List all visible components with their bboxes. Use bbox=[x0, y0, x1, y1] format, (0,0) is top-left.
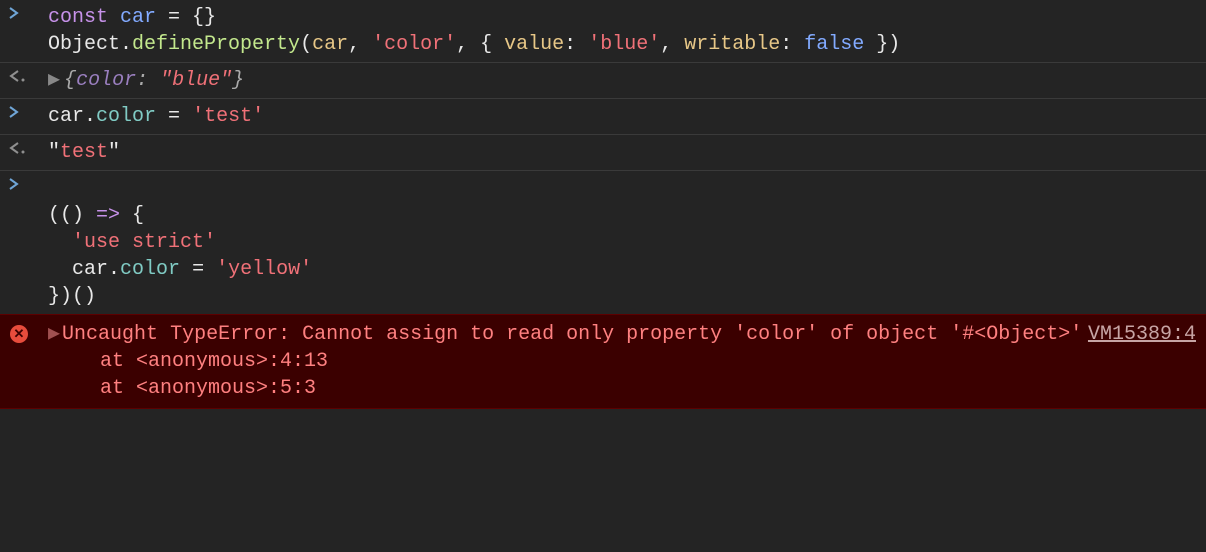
token-comma: , bbox=[456, 33, 480, 56]
input-prompt-icon bbox=[8, 175, 48, 191]
token-brace: { bbox=[480, 33, 504, 56]
token-brace: }) bbox=[864, 33, 900, 56]
token-comma: , bbox=[660, 33, 684, 56]
token-string: 'color' bbox=[372, 33, 456, 56]
console-output-row: ""test"test" bbox=[0, 135, 1206, 171]
code-input-3[interactable]: (() => { 'use strict' car.color = 'yello… bbox=[48, 175, 1206, 310]
token-dot: . bbox=[120, 33, 132, 56]
console-input-row: const car = {} Object.defineProperty(car… bbox=[0, 0, 1206, 63]
token-string: 'test' bbox=[192, 105, 264, 128]
token-colon: : bbox=[136, 69, 160, 92]
output-icon bbox=[8, 67, 48, 83]
token-string: 'use strict' bbox=[72, 231, 216, 254]
error-stack-line: at <anonymous>:4:13 bbox=[48, 348, 1196, 375]
expand-triangle-icon[interactable]: ▶ bbox=[48, 323, 60, 346]
token-dot: . bbox=[108, 258, 120, 281]
token-variable: car bbox=[72, 258, 108, 281]
token-prop: writable bbox=[684, 33, 780, 56]
error-source-link[interactable]: VM15389:4 bbox=[1088, 321, 1196, 348]
token-comma: , bbox=[348, 33, 372, 56]
token-brace: } bbox=[232, 69, 244, 92]
output-icon bbox=[8, 139, 48, 155]
token-paren: ( bbox=[300, 33, 312, 56]
token-function: defineProperty bbox=[132, 33, 300, 56]
token-variable: car bbox=[48, 105, 84, 128]
output-value-2[interactable]: ""test"test" bbox=[48, 139, 1206, 166]
token-string: 'blue' bbox=[588, 33, 660, 56]
token-colon: : bbox=[780, 33, 804, 56]
token-variable: car bbox=[108, 6, 156, 29]
console-output-row: ▶{color: "blue"} bbox=[0, 63, 1206, 99]
input-prompt-icon bbox=[8, 103, 48, 119]
input-prompt-icon bbox=[8, 4, 48, 20]
token-brace: })() bbox=[48, 285, 96, 308]
token-braces: {} bbox=[192, 6, 216, 29]
token-prop: color bbox=[120, 258, 180, 281]
token-operator: = bbox=[156, 105, 192, 128]
error-text-line2: 'color' of object '#<Object>' bbox=[734, 323, 1082, 346]
token-indent bbox=[48, 231, 72, 254]
console-error-row: ✕ ▶Uncaught TypeError: Cannot assign to … bbox=[0, 314, 1206, 409]
error-icon: ✕ bbox=[8, 321, 48, 343]
console-input-row: car.color = 'test' bbox=[0, 99, 1206, 135]
token-dot: . bbox=[84, 105, 96, 128]
token-arg: car bbox=[312, 33, 348, 56]
token-colon: : bbox=[564, 33, 588, 56]
error-stack-line: at <anonymous>:5:3 bbox=[48, 375, 1196, 402]
token-string: "blue" bbox=[160, 69, 232, 92]
token-prop: value bbox=[504, 33, 564, 56]
token-operator: = bbox=[180, 258, 216, 281]
token-prop: color bbox=[96, 105, 156, 128]
token-paren: (() bbox=[48, 204, 96, 227]
expand-triangle-icon[interactable]: ▶ bbox=[48, 67, 60, 94]
error-circle-x-icon: ✕ bbox=[10, 325, 28, 343]
token-boolean: false bbox=[804, 33, 864, 56]
token-brace: { bbox=[120, 204, 144, 227]
error-text-line1: Uncaught TypeError: Cannot assign to rea… bbox=[62, 323, 734, 346]
code-input-2[interactable]: car.color = 'test' bbox=[48, 103, 1206, 130]
token-operator: = bbox=[156, 6, 192, 29]
code-input-1[interactable]: const car = {} Object.defineProperty(car… bbox=[48, 4, 1206, 58]
token-object: Object bbox=[48, 33, 120, 56]
token-arrow: => bbox=[96, 204, 120, 227]
token-key: color bbox=[76, 69, 136, 92]
token-string: 'yellow' bbox=[216, 258, 312, 281]
token-indent bbox=[48, 258, 72, 281]
token-brace: { bbox=[64, 69, 76, 92]
output-value-1[interactable]: ▶{color: "blue"} bbox=[48, 67, 1206, 94]
token-keyword: const bbox=[48, 6, 108, 29]
error-message[interactable]: ▶Uncaught TypeError: Cannot assign to re… bbox=[48, 321, 1206, 402]
console-input-row: (() => { 'use strict' car.color = 'yello… bbox=[0, 171, 1206, 314]
